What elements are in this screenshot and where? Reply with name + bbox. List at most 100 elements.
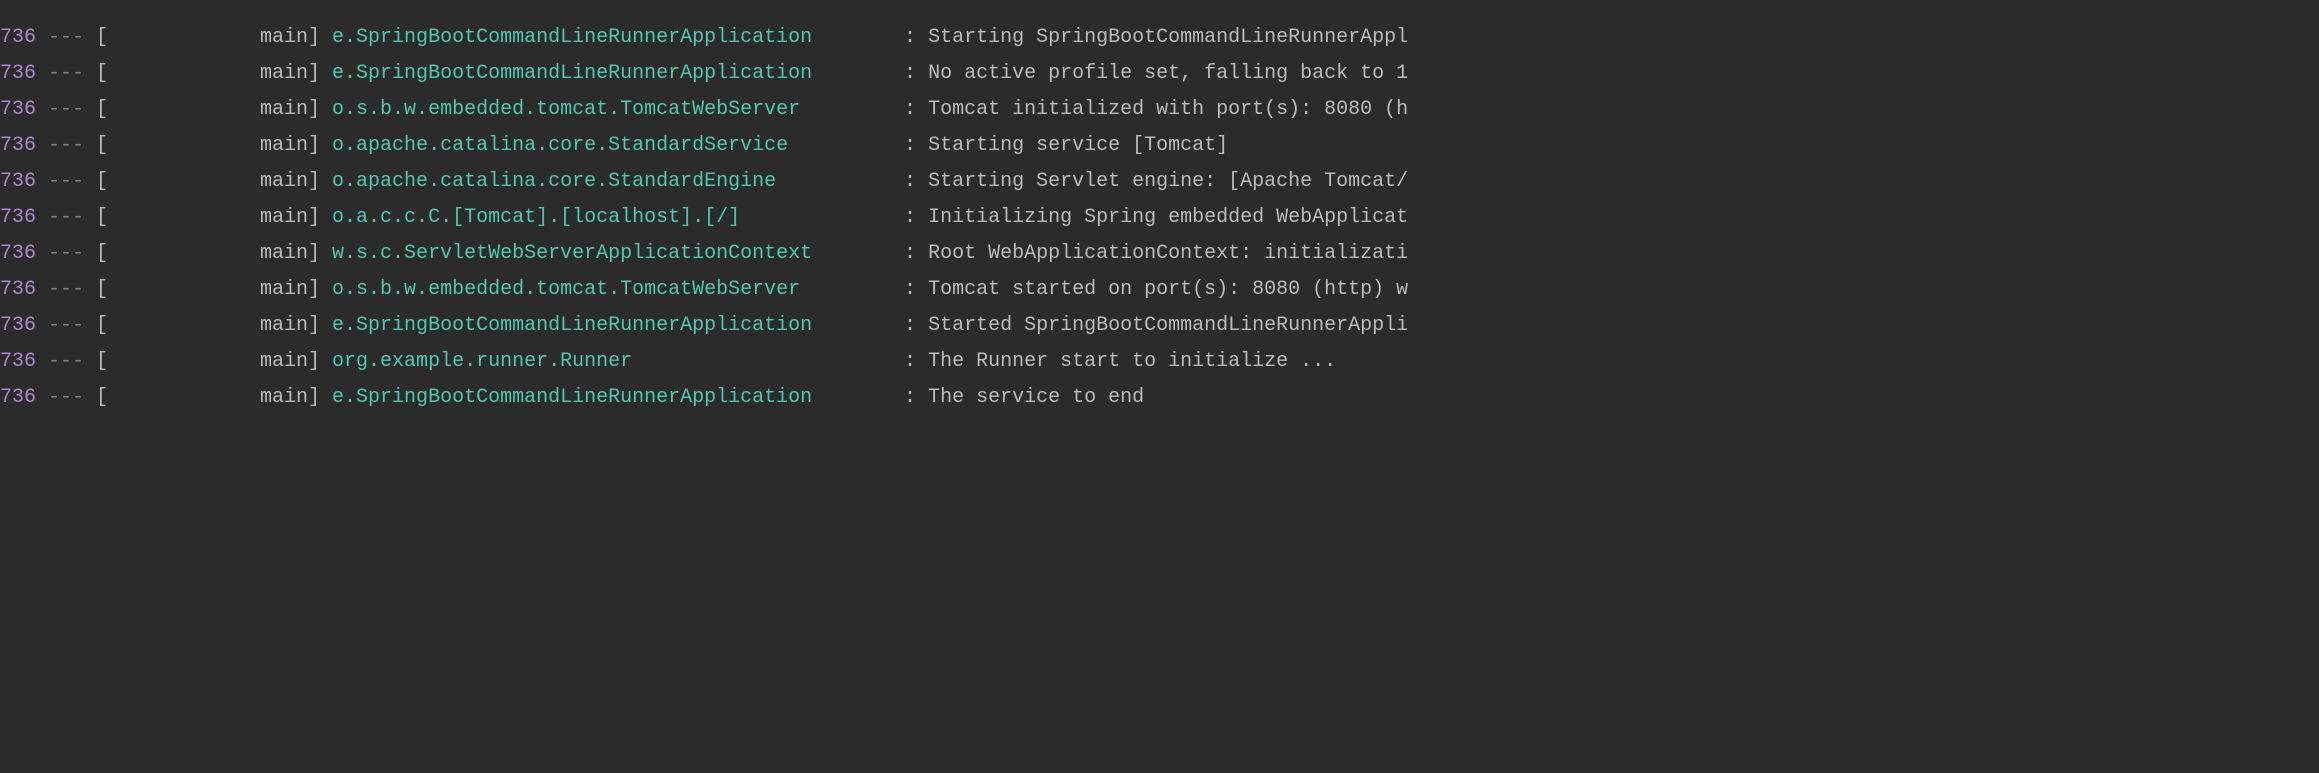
logger-name: e.SpringBootCommandLineRunnerApplication xyxy=(332,56,892,92)
log-message: Tomcat initialized with port(s): 8080 (h xyxy=(928,92,1408,128)
process-id: 736 xyxy=(0,200,36,236)
bracket-close: ] xyxy=(308,92,320,128)
thread-name: main xyxy=(108,308,308,344)
bracket-close: ] xyxy=(308,164,320,200)
colon-separator: : xyxy=(904,344,916,380)
log-message: Starting SpringBootCommandLineRunnerAppl xyxy=(928,20,1408,56)
process-id: 736 xyxy=(0,272,36,308)
process-id: 736 xyxy=(0,128,36,164)
colon-separator: : xyxy=(904,92,916,128)
log-line: 736 --- [main] e.SpringBootCommandLineRu… xyxy=(0,380,2319,416)
bracket-open: [ xyxy=(96,380,108,416)
bracket-close: ] xyxy=(308,56,320,92)
colon-separator: : xyxy=(904,164,916,200)
log-line: 736 --- [main] o.s.b.w.embedded.tomcat.T… xyxy=(0,92,2319,128)
bracket-close: ] xyxy=(308,20,320,56)
log-line: 736 --- [main] e.SpringBootCommandLineRu… xyxy=(0,308,2319,344)
log-line: 736 --- [main] o.s.b.w.embedded.tomcat.T… xyxy=(0,272,2319,308)
bracket-open: [ xyxy=(96,128,108,164)
log-line: 736 --- [main] o.apache.catalina.core.St… xyxy=(0,128,2319,164)
bracket-close: ] xyxy=(308,380,320,416)
log-line: 736 --- [main] w.s.c.ServletWebServerApp… xyxy=(0,236,2319,272)
bracket-open: [ xyxy=(96,308,108,344)
process-id: 736 xyxy=(0,92,36,128)
bracket-open: [ xyxy=(96,200,108,236)
logger-name: o.a.c.c.C.[Tomcat].[localhost].[/] xyxy=(332,200,892,236)
log-message: No active profile set, falling back to 1 xyxy=(928,56,1408,92)
thread-name: main xyxy=(108,380,308,416)
log-message: Initializing Spring embedded WebApplicat xyxy=(928,200,1408,236)
bracket-close: ] xyxy=(308,344,320,380)
separator-dashes: --- xyxy=(48,20,84,56)
bracket-open: [ xyxy=(96,56,108,92)
logger-name: o.apache.catalina.core.StandardService xyxy=(332,128,892,164)
logger-name: o.s.b.w.embedded.tomcat.TomcatWebServer xyxy=(332,272,892,308)
process-id: 736 xyxy=(0,380,36,416)
bracket-open: [ xyxy=(96,92,108,128)
colon-separator: : xyxy=(904,236,916,272)
separator-dashes: --- xyxy=(48,164,84,200)
log-line: 736 --- [main] org.example.runner.Runner… xyxy=(0,344,2319,380)
colon-separator: : xyxy=(904,272,916,308)
colon-separator: : xyxy=(904,56,916,92)
bracket-close: ] xyxy=(308,272,320,308)
bracket-open: [ xyxy=(96,344,108,380)
bracket-close: ] xyxy=(308,200,320,236)
logger-name: w.s.c.ServletWebServerApplicationContext xyxy=(332,236,892,272)
logger-name: e.SpringBootCommandLineRunnerApplication xyxy=(332,380,892,416)
process-id: 736 xyxy=(0,344,36,380)
log-message: The service to end xyxy=(928,380,1144,416)
colon-separator: : xyxy=(904,20,916,56)
separator-dashes: --- xyxy=(48,128,84,164)
process-id: 736 xyxy=(0,308,36,344)
process-id: 736 xyxy=(0,56,36,92)
logger-name: org.example.runner.Runner xyxy=(332,344,892,380)
bracket-open: [ xyxy=(96,20,108,56)
colon-separator: : xyxy=(904,380,916,416)
thread-name: main xyxy=(108,56,308,92)
log-line: 736 --- [main] e.SpringBootCommandLineRu… xyxy=(0,20,2319,56)
log-message: Starting Servlet engine: [Apache Tomcat/ xyxy=(928,164,1408,200)
process-id: 736 xyxy=(0,236,36,272)
thread-name: main xyxy=(108,128,308,164)
bracket-open: [ xyxy=(96,164,108,200)
bracket-close: ] xyxy=(308,236,320,272)
log-line: 736 --- [main] o.apache.catalina.core.St… xyxy=(0,164,2319,200)
logger-name: e.SpringBootCommandLineRunnerApplication xyxy=(332,308,892,344)
thread-name: main xyxy=(108,200,308,236)
log-line: 736 --- [main] e.SpringBootCommandLineRu… xyxy=(0,56,2319,92)
separator-dashes: --- xyxy=(48,308,84,344)
thread-name: main xyxy=(108,236,308,272)
bracket-open: [ xyxy=(96,236,108,272)
thread-name: main xyxy=(108,272,308,308)
separator-dashes: --- xyxy=(48,200,84,236)
log-message: Started SpringBootCommandLineRunnerAppli xyxy=(928,308,1408,344)
bracket-open: [ xyxy=(96,272,108,308)
colon-separator: : xyxy=(904,308,916,344)
bracket-close: ] xyxy=(308,308,320,344)
thread-name: main xyxy=(108,344,308,380)
logger-name: e.SpringBootCommandLineRunnerApplication xyxy=(332,20,892,56)
thread-name: main xyxy=(108,20,308,56)
process-id: 736 xyxy=(0,20,36,56)
log-output-panel: 736 --- [main] e.SpringBootCommandLineRu… xyxy=(0,20,2319,416)
logger-name: o.s.b.w.embedded.tomcat.TomcatWebServer xyxy=(332,92,892,128)
colon-separator: : xyxy=(904,128,916,164)
separator-dashes: --- xyxy=(48,236,84,272)
thread-name: main xyxy=(108,92,308,128)
bracket-close: ] xyxy=(308,128,320,164)
colon-separator: : xyxy=(904,200,916,236)
log-line: 736 --- [main] o.a.c.c.C.[Tomcat].[local… xyxy=(0,200,2319,236)
logger-name: o.apache.catalina.core.StandardEngine xyxy=(332,164,892,200)
thread-name: main xyxy=(108,164,308,200)
log-message: Starting service [Tomcat] xyxy=(928,128,1228,164)
log-message: The Runner start to initialize ... xyxy=(928,344,1336,380)
separator-dashes: --- xyxy=(48,272,84,308)
log-message: Root WebApplicationContext: initializati xyxy=(928,236,1408,272)
separator-dashes: --- xyxy=(48,92,84,128)
process-id: 736 xyxy=(0,164,36,200)
separator-dashes: --- xyxy=(48,56,84,92)
separator-dashes: --- xyxy=(48,380,84,416)
separator-dashes: --- xyxy=(48,344,84,380)
log-message: Tomcat started on port(s): 8080 (http) w xyxy=(928,272,1408,308)
